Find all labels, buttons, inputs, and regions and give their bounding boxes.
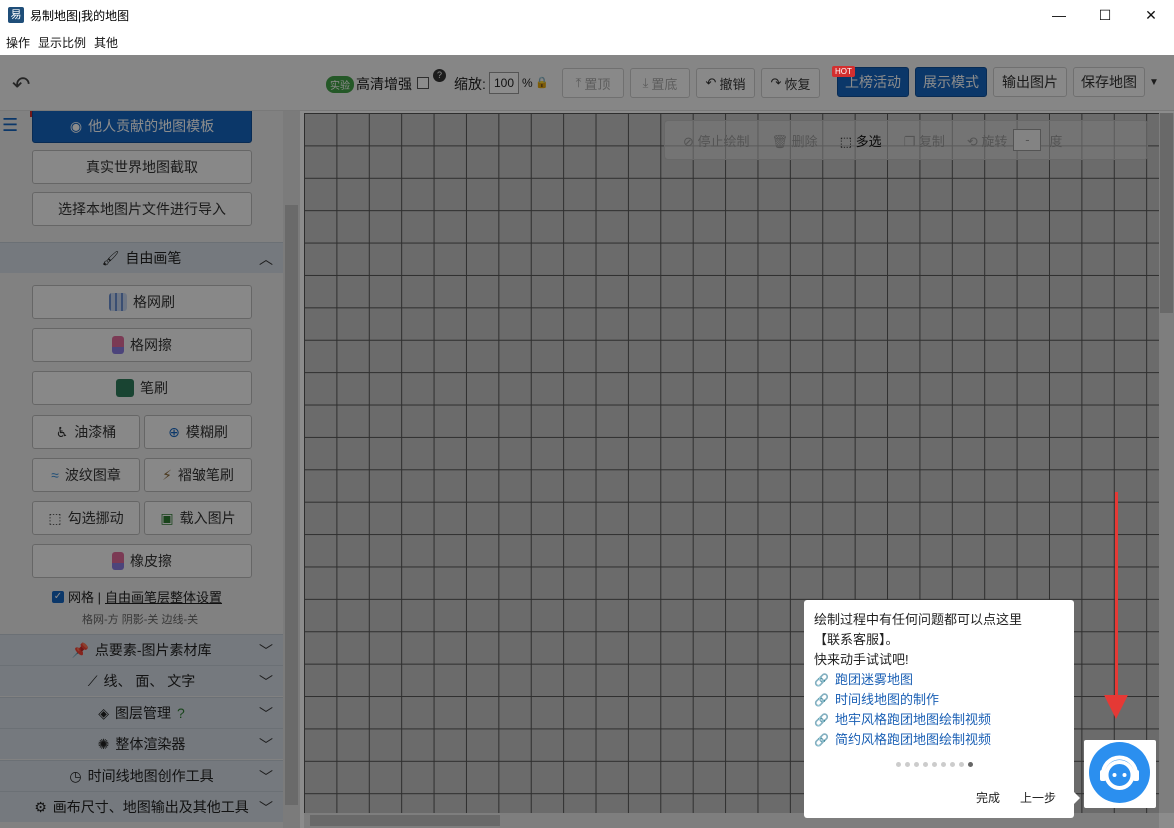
tip-link-fog-map[interactable]: 🔗 跑团迷雾地图: [814, 670, 1064, 690]
step-dot-active: [968, 762, 973, 767]
red-arrow-line: [1115, 492, 1118, 702]
step-dot: [932, 762, 937, 767]
red-arrow-head-icon: [1104, 695, 1128, 719]
step-dot: [950, 762, 955, 767]
step-dots: [896, 762, 973, 767]
tip-pointer: [1072, 790, 1080, 806]
window-controls: — ☐ ✕: [1036, 0, 1174, 30]
tip-line3: 快来动手试试吧!: [814, 652, 909, 667]
customer-service-button[interactable]: [1089, 742, 1150, 803]
step-dot: [896, 762, 901, 767]
menu-operate[interactable]: 操作: [6, 34, 30, 51]
minimize-button[interactable]: —: [1036, 0, 1082, 30]
step-dot: [905, 762, 910, 767]
headset-icon: [1100, 755, 1139, 790]
tip-line2: 【联系客服】。: [814, 632, 899, 647]
tip-link-dungeon-video[interactable]: 🔗 地牢风格跑团地图绘制视频: [814, 710, 1064, 730]
maximize-button[interactable]: ☐: [1082, 0, 1128, 30]
tip-link-simple-video[interactable]: 🔗 简约风格跑团地图绘制视频: [814, 730, 1064, 750]
step-dot: [959, 762, 964, 767]
hot-badge: HOT: [832, 66, 855, 77]
link-icon: 🔗: [814, 693, 829, 707]
link-icon: 🔗: [814, 713, 829, 727]
tip-done-button[interactable]: 完成: [976, 788, 1000, 808]
app-icon: 易: [8, 7, 24, 23]
link-icon: 🔗: [814, 733, 829, 747]
close-button[interactable]: ✕: [1128, 0, 1174, 30]
tip-line1: 绘制过程中有任何问题都可以点这里: [814, 612, 1023, 627]
link-icon: 🔗: [814, 673, 829, 687]
step-dot: [923, 762, 928, 767]
menu-bar: 操作 显示比例 其他: [0, 30, 1174, 55]
step-dot: [914, 762, 919, 767]
title-bar: 易 易制地图|我的地图 — ☐ ✕: [0, 0, 1174, 30]
tip-prev-button[interactable]: 上一步: [1020, 788, 1056, 808]
menu-display-scale[interactable]: 显示比例: [38, 34, 86, 51]
window-title: 易制地图|我的地图: [30, 8, 130, 23]
step-dot: [941, 762, 946, 767]
tip-link-timeline-map[interactable]: 🔗 时间线地图的制作: [814, 690, 1064, 710]
menu-other[interactable]: 其他: [94, 34, 118, 51]
tutorial-tip-card: 绘制过程中有任何问题都可以点这里 【联系客服】。 快来动手试试吧! 🔗 跑团迷雾地…: [804, 600, 1074, 818]
